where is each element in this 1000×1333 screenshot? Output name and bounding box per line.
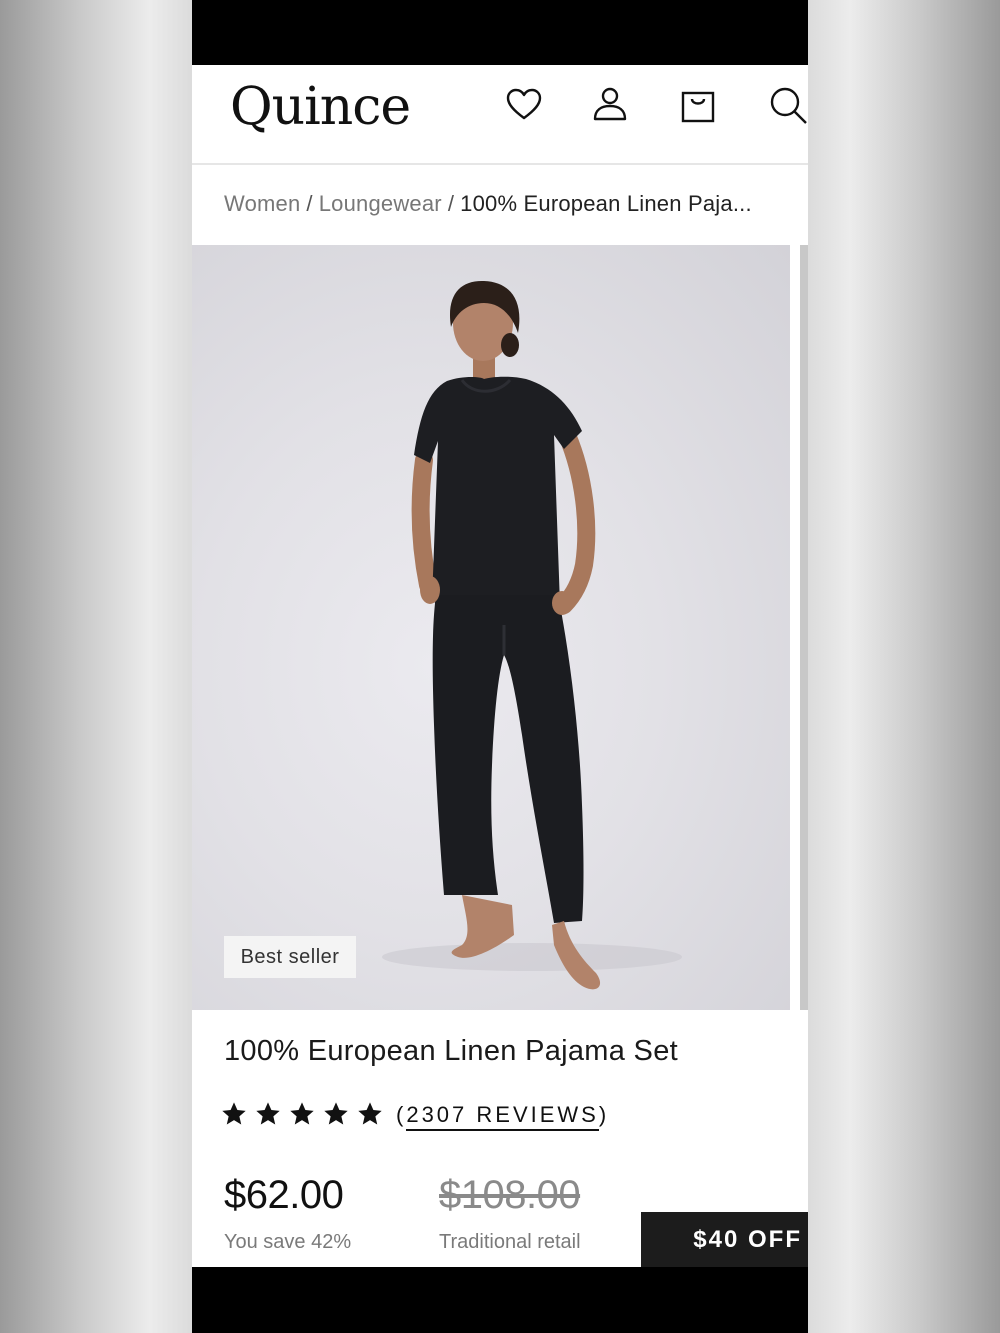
product-title: 100% European Linen Pajama Set xyxy=(224,1035,678,1067)
discount-tag: $40 OFF xyxy=(641,1212,808,1267)
breadcrumb-separator: / xyxy=(306,191,313,216)
rating-row[interactable]: (2307 REVIEWS) xyxy=(220,1099,609,1131)
account-icon[interactable] xyxy=(590,85,630,125)
breadcrumb-current: 100% European Linen Paja... xyxy=(460,191,752,216)
next-image-peek[interactable] xyxy=(800,245,808,1010)
retail-price: $108.00 xyxy=(439,1173,581,1217)
best-seller-badge: Best seller xyxy=(224,936,356,978)
heart-icon[interactable] xyxy=(504,85,544,125)
shopping-bag-icon[interactable] xyxy=(678,85,718,125)
brand-logo[interactable]: Quince xyxy=(230,77,411,137)
breadcrumb-link-women[interactable]: Women xyxy=(224,191,300,216)
site-header: Quince xyxy=(192,65,808,165)
star-icon xyxy=(288,1100,322,1130)
product-page: Quince Women / Loungewear/100% European Li… xyxy=(192,65,808,1267)
reviews-count-label: 2307 REVIEWS xyxy=(406,1102,599,1131)
phone-frame: Quince Women / Loungewear/100% European Li… xyxy=(192,0,808,1333)
star-icon xyxy=(220,1100,254,1130)
reviews-link[interactable]: (2307 REVIEWS) xyxy=(396,1102,609,1131)
star-icon xyxy=(254,1100,288,1130)
breadcrumb: Women / Loungewear/100% European Linen Paj… xyxy=(224,191,794,217)
model-illustration xyxy=(382,280,682,990)
star-icon xyxy=(356,1100,390,1130)
retail-label: Traditional retail xyxy=(439,1231,581,1253)
product-image[interactable] xyxy=(192,245,790,1010)
star-icon xyxy=(322,1100,356,1130)
search-icon[interactable] xyxy=(768,85,808,125)
breadcrumb-separator: / xyxy=(447,191,455,216)
sale-price: $62.00 xyxy=(224,1173,344,1217)
savings-text: You save 42% xyxy=(224,1231,352,1253)
breadcrumb-link-loungewear[interactable]: Loungewear xyxy=(319,191,442,216)
